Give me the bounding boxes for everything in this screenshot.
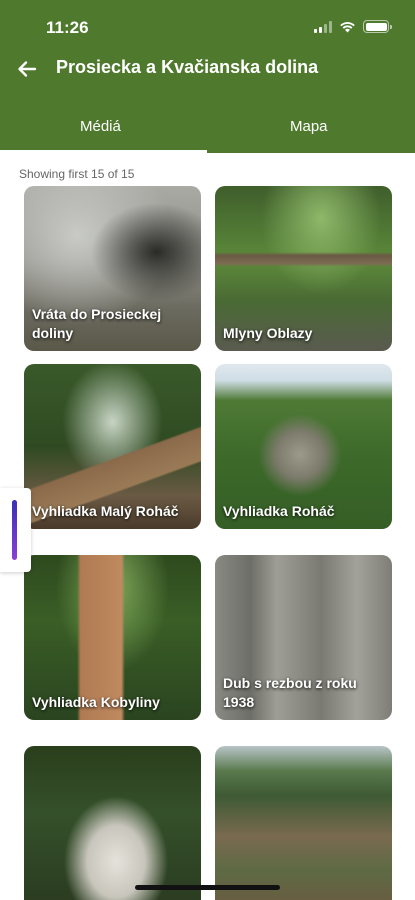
media-tile-7[interactable] [24, 746, 201, 900]
page-title: Prosiecka a Kvačianska dolina [56, 57, 319, 77]
back-button[interactable] [12, 54, 42, 84]
media-tile-8[interactable] [215, 746, 392, 900]
tab-map[interactable]: Mapa [290, 118, 328, 135]
media-tile-kobyliny[interactable]: Vyhliadka Kobyliny [24, 555, 201, 720]
media-tile-dub[interactable]: Dub s rezbou z roku 1938 [215, 555, 392, 720]
arrow-left-icon [18, 61, 37, 77]
active-tab-indicator [0, 150, 207, 153]
result-count: Showing first 15 of 15 [19, 167, 135, 181]
media-tile-rohac[interactable]: Vyhliadka Roháč [215, 364, 392, 529]
status-time: 11:26 [46, 18, 89, 37]
battery-icon [363, 20, 392, 33]
media-tile-mlyny[interactable]: Mlyny Oblazy [215, 186, 392, 351]
status-icons [314, 20, 392, 33]
wifi-icon [340, 21, 355, 32]
tile-caption: Mlyny Oblazy [223, 325, 313, 341]
tile-caption: Dub s rezbou z roku 1938 [223, 675, 357, 710]
drawer-handle-bar [12, 500, 17, 560]
side-drawer-handle[interactable] [0, 488, 31, 572]
tab-media[interactable]: Médiá [80, 118, 121, 135]
rock-face-photo [24, 746, 201, 900]
tile-caption: Vyhliadka Roháč [223, 503, 335, 519]
cellular-signal-icon [314, 20, 332, 33]
app-header: 11:26 Prosiecka a Kvačianska dolina Médi… [0, 0, 415, 153]
home-indicator[interactable] [135, 885, 280, 890]
tile-caption: Vyhliadka Kobyliny [32, 694, 160, 710]
tile-caption: Vráta do Prosieckej doliny [32, 306, 162, 341]
media-tile-maly-rohac[interactable]: Vyhliadka Malý Roháč [24, 364, 201, 529]
fallen-forest-photo [215, 746, 392, 900]
tile-caption: Vyhliadka Malý Roháč [32, 503, 179, 519]
media-tile-vrata[interactable]: Vráta do Prosieckej doliny [24, 186, 201, 351]
